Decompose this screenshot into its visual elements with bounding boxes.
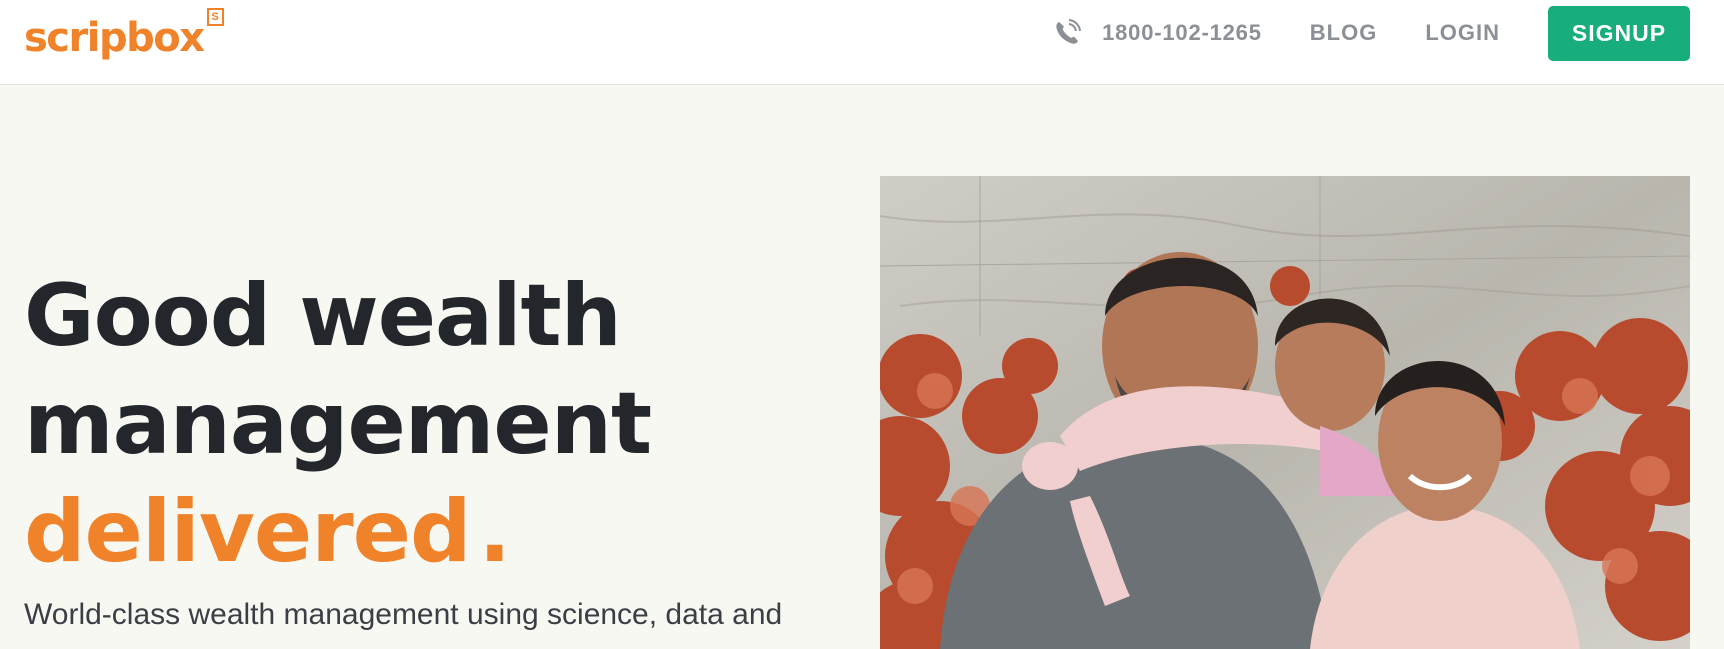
hero-title: Good wealth management delivered. [24,262,652,586]
hero-title-line-1: Good wealth [24,266,622,366]
signup-button[interactable]: SIGNUP [1548,5,1690,61]
top-nav: 1800-102-1265 BLOG LOGIN SIGNUP [1052,0,1690,66]
hero-title-accent-line: delivered. [24,478,651,586]
logo-wordmark: scripbox [24,15,205,61]
logo-badge-icon: S [206,8,224,26]
scripbox-logo[interactable]: scripbox S [24,8,224,68]
site-header: scripbox S 1800-102-1265 BLOG LOGIN SIGN… [0,0,1724,85]
phone-icon [1056,19,1082,44]
nav-blog-link[interactable]: BLOG [1310,20,1378,46]
family-photo-illustration [880,176,1690,649]
hero-subtitle: World-class wealth management using scie… [24,598,783,631]
nav-login-link[interactable]: LOGIN [1425,20,1500,46]
hero-title-accent-word: delivered [24,482,472,582]
hero-family-photo [880,176,1690,649]
hero-title-dot: . [478,482,512,582]
phone-number: 1800-102-1265 [1102,20,1262,45]
hero-title-line-2: management [24,374,652,474]
phone-contact[interactable]: 1800-102-1265 [1052,18,1262,48]
